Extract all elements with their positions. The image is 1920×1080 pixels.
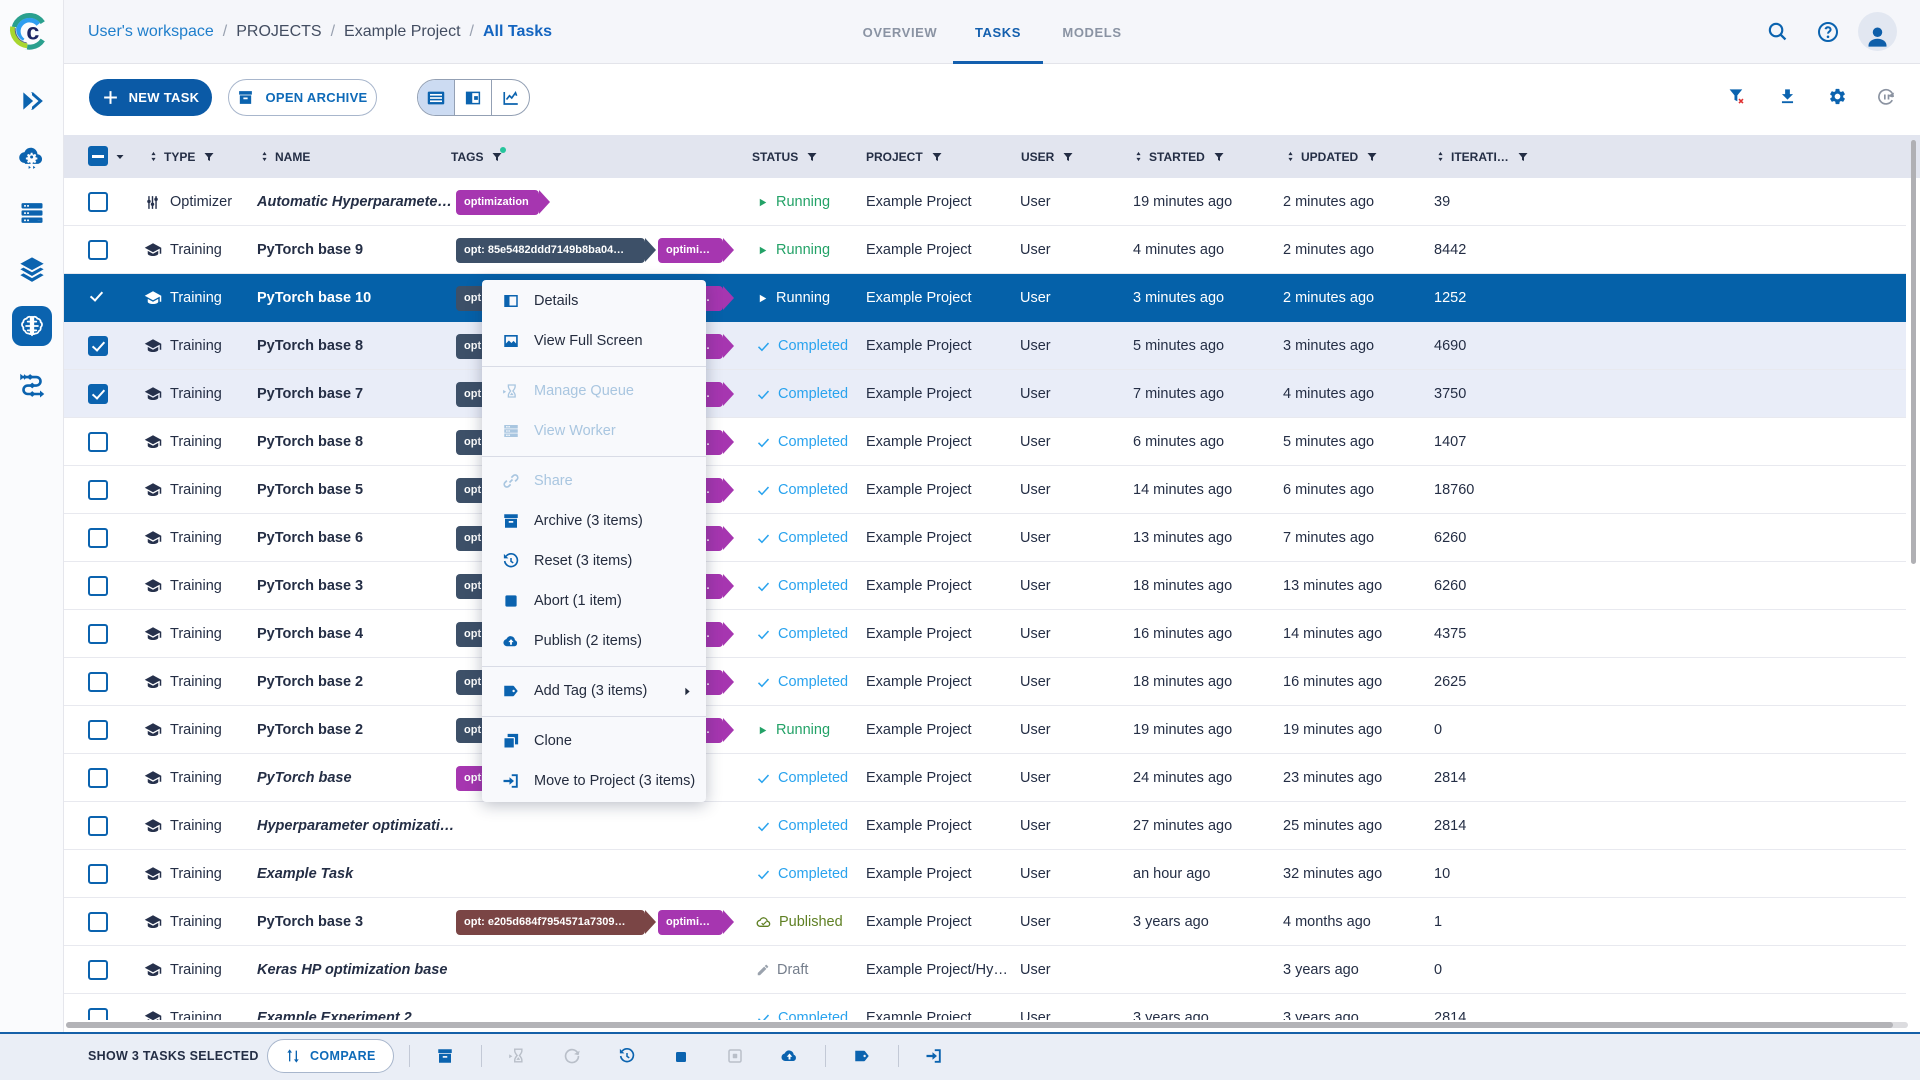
- svg-text:c: c: [26, 19, 39, 45]
